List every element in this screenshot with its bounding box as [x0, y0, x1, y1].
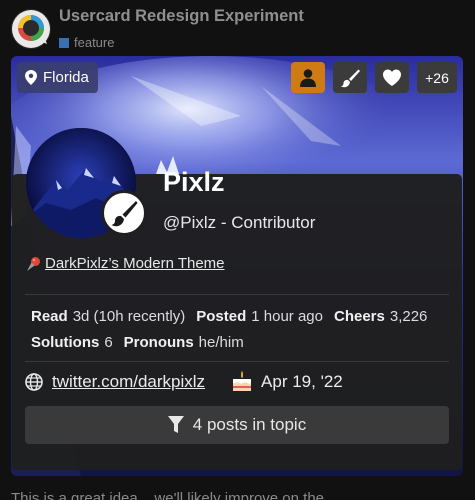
stat-read: Read 3d (10h recently)	[31, 308, 185, 325]
topic-header: Usercard Redesign Experiment feature	[0, 0, 475, 56]
user-handle: @Pixlz - Contributor	[163, 213, 316, 232]
badge-heart[interactable]	[375, 62, 409, 93]
map-pin-icon	[25, 70, 37, 85]
stat-cheers: Cheers 3,226	[334, 308, 427, 325]
stats-row: Read 3d (10h recently) Posted 1 hour ago C…	[31, 308, 427, 325]
badge-paintbrush[interactable]	[333, 62, 367, 93]
cake-icon	[233, 371, 252, 391]
location-label: Florida	[43, 69, 89, 86]
stat-posted-label: Posted	[196, 308, 247, 325]
stat-posted: Posted 1 hour ago	[196, 308, 323, 325]
featured-topic-link[interactable]: DarkPixlz’s Modern Theme	[45, 255, 225, 272]
user-flair	[101, 190, 147, 236]
stat-pronouns-label: Pronouns	[123, 334, 194, 351]
stat-read-label: Read	[31, 308, 68, 325]
featured-topic: DarkPixlz’s Modern Theme	[25, 255, 225, 272]
filter-icon	[167, 416, 184, 433]
paintbrush-icon	[111, 201, 138, 227]
category-color-square	[59, 37, 69, 48]
stat-read-value: 3d (10h recently)	[72, 308, 186, 325]
paintbrush-icon	[341, 69, 360, 87]
stat-posted-value: 1 hour ago	[251, 308, 323, 325]
stat-solutions-value: 6	[104, 334, 113, 351]
posts-in-topic-button[interactable]: 4 posts in topic	[25, 406, 449, 444]
stat-cheers-value: 3,226	[389, 308, 428, 325]
user-card: Florida +26 Pixlz @Pixlz - Contributor D…	[11, 56, 463, 476]
divider	[25, 294, 449, 295]
website-link[interactable]: twitter.com/darkpixlz	[52, 372, 205, 392]
stat-solutions: Solutions 6	[31, 334, 113, 351]
badge-user[interactable]	[291, 62, 325, 93]
chat-bubble-logo-icon[interactable]	[11, 9, 51, 49]
globe-icon	[25, 373, 43, 391]
stat-solutions-label: Solutions	[31, 334, 100, 351]
divider	[25, 361, 449, 362]
category-label: feature	[74, 35, 115, 50]
more-badges-count: +26	[425, 69, 449, 86]
pushpin-icon	[27, 256, 40, 271]
stat-cheers-label: Cheers	[334, 308, 385, 325]
posts-in-topic-label: 4 posts in topic	[192, 415, 307, 434]
category-badge[interactable]: feature	[59, 35, 114, 50]
heart-icon	[383, 69, 401, 86]
more-badges-button[interactable]: +26	[417, 62, 457, 93]
location-badge: Florida	[17, 62, 98, 93]
stats-row: Solutions 6 Pronouns he/him	[31, 334, 255, 351]
stat-pronouns: Pronouns he/him	[124, 334, 244, 351]
topic-title[interactable]: Usercard Redesign Experiment	[59, 7, 304, 26]
post-preview-text: This is a great idea... we'll likely imp…	[11, 490, 337, 500]
links-row: twitter.com/darkpixlz Apr 19, '22	[25, 371, 343, 393]
stat-pronouns-value: he/him	[198, 334, 244, 351]
birthday: Apr 19, '22	[261, 372, 343, 391]
user-icon	[300, 68, 316, 87]
user-name[interactable]: Pixlz	[163, 167, 225, 198]
